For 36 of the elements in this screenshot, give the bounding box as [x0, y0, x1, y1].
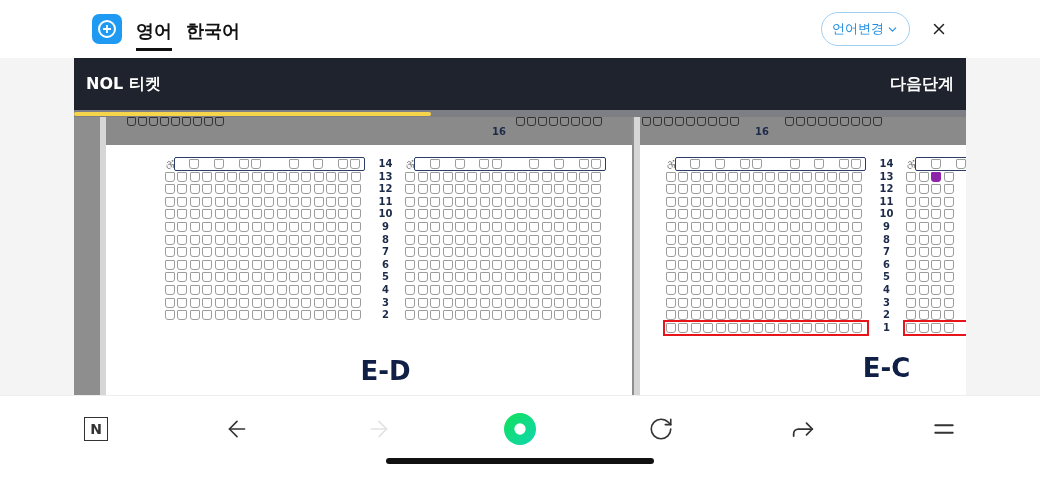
- row-number: 6: [382, 259, 389, 270]
- row-number: 8: [382, 234, 389, 245]
- row-number: 16: [492, 126, 506, 137]
- row-number: 3: [883, 297, 890, 308]
- row-number: 5: [382, 272, 389, 283]
- row-number: 11: [378, 196, 393, 207]
- row-number: 7: [883, 247, 890, 258]
- section-label: E-C: [862, 352, 911, 383]
- change-language-button[interactable]: 언어변경: [821, 12, 910, 46]
- site-title: NOL 티켓: [86, 73, 161, 95]
- row-number: 16: [755, 126, 769, 137]
- row-number: 14: [378, 159, 393, 169]
- row-number: 2: [382, 310, 389, 321]
- language-tab[interactable]: 한국어: [186, 13, 240, 51]
- row-number: 4: [883, 284, 890, 295]
- section-label: E-D: [360, 356, 411, 387]
- row-number: 9: [883, 221, 890, 232]
- row-number: 5: [883, 272, 890, 283]
- row-number: 8: [883, 234, 890, 245]
- row-number: 10: [879, 209, 894, 220]
- row-number: 1: [883, 322, 890, 333]
- row-number: 4: [382, 284, 389, 295]
- row-number: 3: [382, 297, 389, 308]
- language-tab[interactable]: 영어: [136, 13, 172, 51]
- row-number: 6: [883, 259, 890, 270]
- row-number: 9: [382, 221, 389, 232]
- row-number: 12: [879, 184, 894, 195]
- row-number: 10: [378, 209, 393, 220]
- row-number: 11: [879, 196, 894, 207]
- row-number: 13: [378, 171, 393, 182]
- row-number: 12: [378, 184, 393, 195]
- row-number: 2: [883, 310, 890, 321]
- next-step-button[interactable]: 다음단계: [890, 73, 954, 95]
- row-number: 7: [382, 247, 389, 258]
- row-number: 14: [879, 159, 894, 169]
- row-number: 13: [879, 171, 894, 182]
